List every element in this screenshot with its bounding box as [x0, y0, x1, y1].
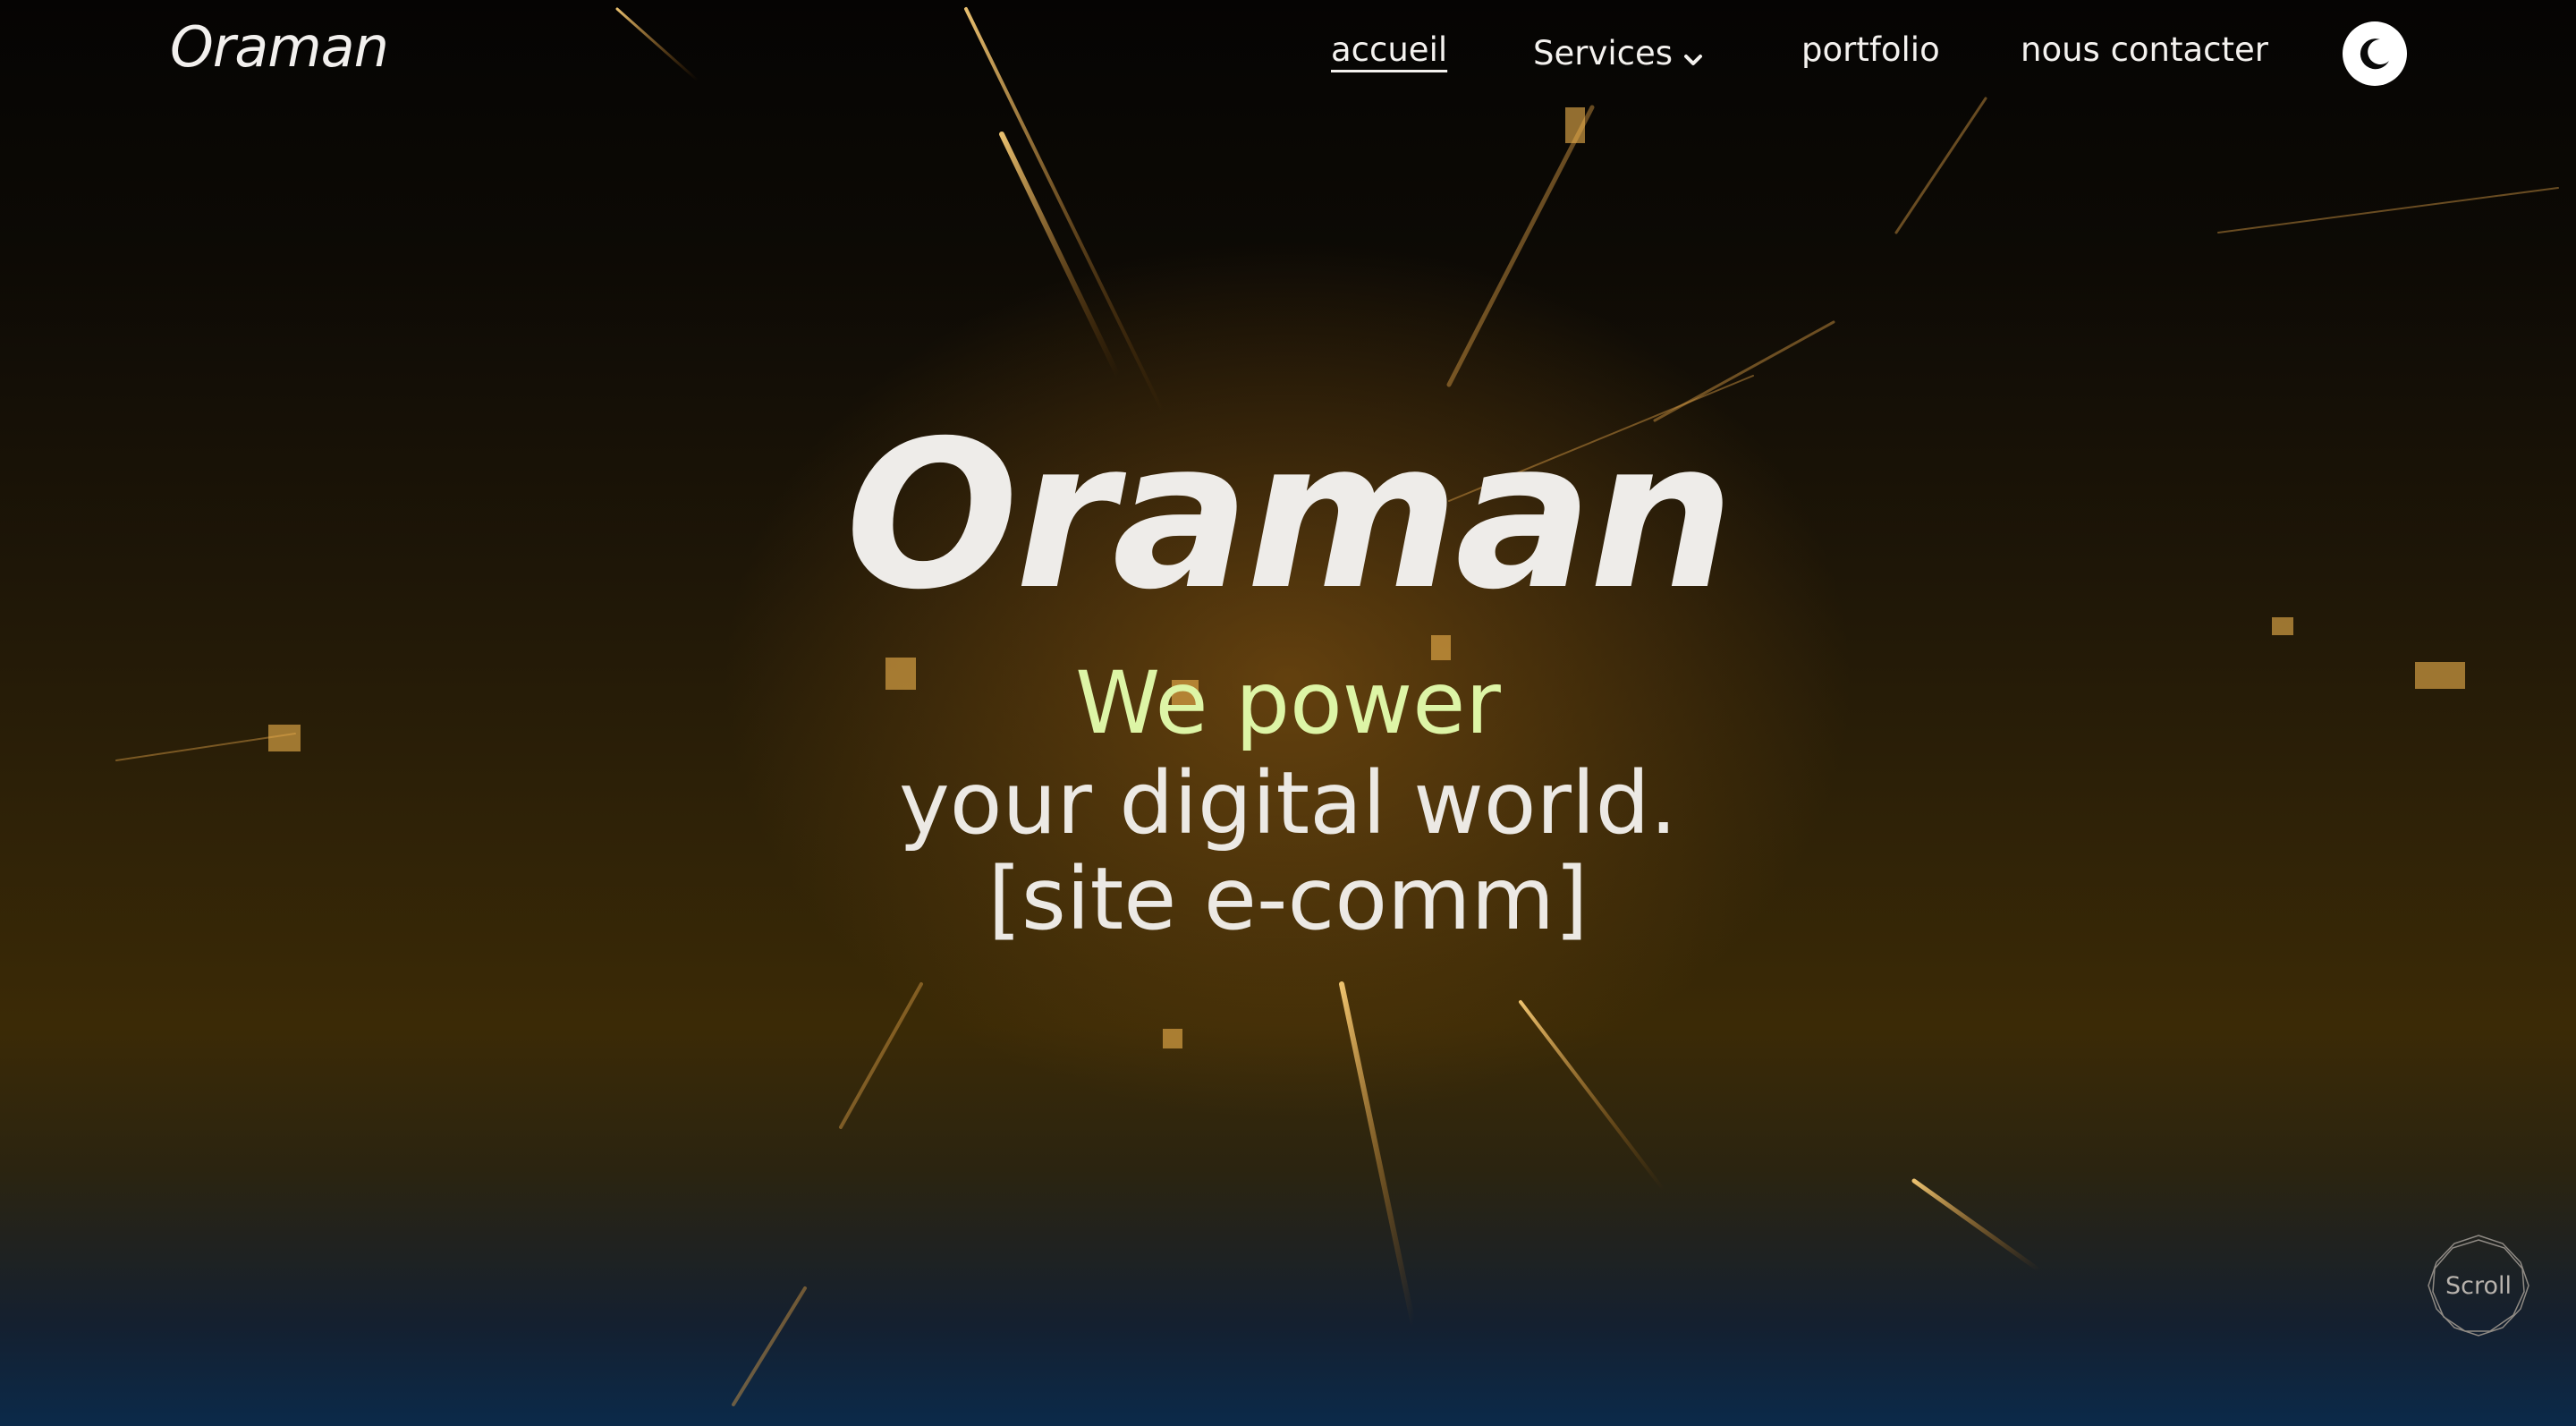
page: Oraman accueil Services portfolio nous c…	[0, 0, 2576, 1426]
moon-icon	[2360, 38, 2389, 70]
scroll-label: Scroll	[2445, 1271, 2512, 1300]
nav-link-portfolio[interactable]: portfolio	[1801, 30, 1940, 69]
tagline-highlight: We power	[1075, 653, 1501, 753]
chevron-down-icon	[1683, 36, 1703, 74]
theme-toggle-button[interactable]	[2343, 21, 2407, 86]
hero-title: Oraman	[845, 396, 1734, 634]
scroll-button[interactable]: Scroll	[2426, 1233, 2531, 1338]
tagline-line-2: your digital world.	[898, 753, 1678, 853]
main-nav: accueil Services portfolio nous contacte…	[0, 23, 2576, 86]
nav-link-contact[interactable]: nous contacter	[2021, 30, 2268, 69]
nav-services-label: Services	[1533, 34, 1674, 72]
nav-link-services[interactable]: Services	[1533, 34, 1703, 74]
tagline-line-3: [site e-comm]	[987, 849, 1589, 949]
nav-link-accueil[interactable]: accueil	[1331, 30, 1447, 69]
